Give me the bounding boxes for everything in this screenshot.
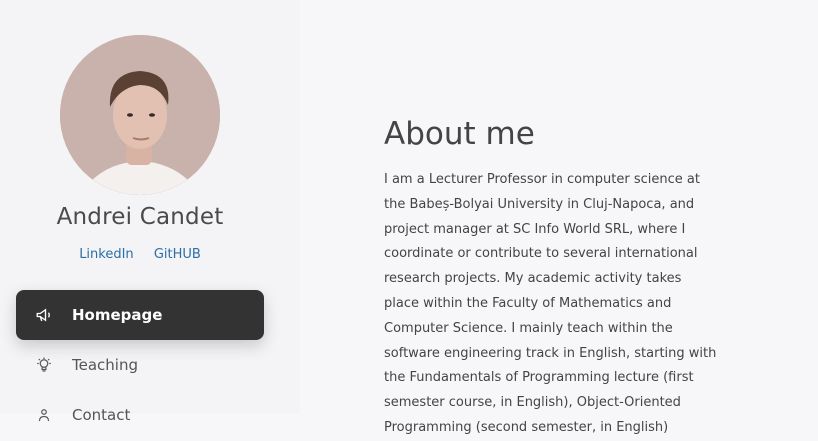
nav-item-homepage[interactable]: Homepage: [16, 290, 264, 340]
nav-label-teaching: Teaching: [72, 356, 138, 374]
sidebar: Andrei Candet LinkedIn GitHUB Homepage T…: [0, 0, 300, 424]
page-title: About me: [384, 116, 535, 152]
about-paragraph: I am a Lecturer Professor in computer sc…: [384, 172, 717, 435]
person-icon: [34, 405, 54, 425]
nav-item-teaching[interactable]: Teaching: [16, 340, 264, 390]
profile-photo: [60, 35, 220, 195]
github-link[interactable]: GitHUB: [154, 247, 201, 262]
avatar: [60, 35, 220, 195]
linkedin-link[interactable]: LinkedIn: [79, 247, 133, 262]
profile-name: Andrei Candet: [56, 204, 224, 230]
nav-label-contact: Contact: [72, 406, 131, 424]
nav-item-contact[interactable]: Contact: [16, 390, 264, 440]
megaphone-icon: [34, 305, 54, 325]
nav-label-homepage: Homepage: [72, 306, 163, 324]
social-links: LinkedIn GitHUB: [0, 247, 280, 262]
lightbulb-icon: [34, 355, 54, 375]
